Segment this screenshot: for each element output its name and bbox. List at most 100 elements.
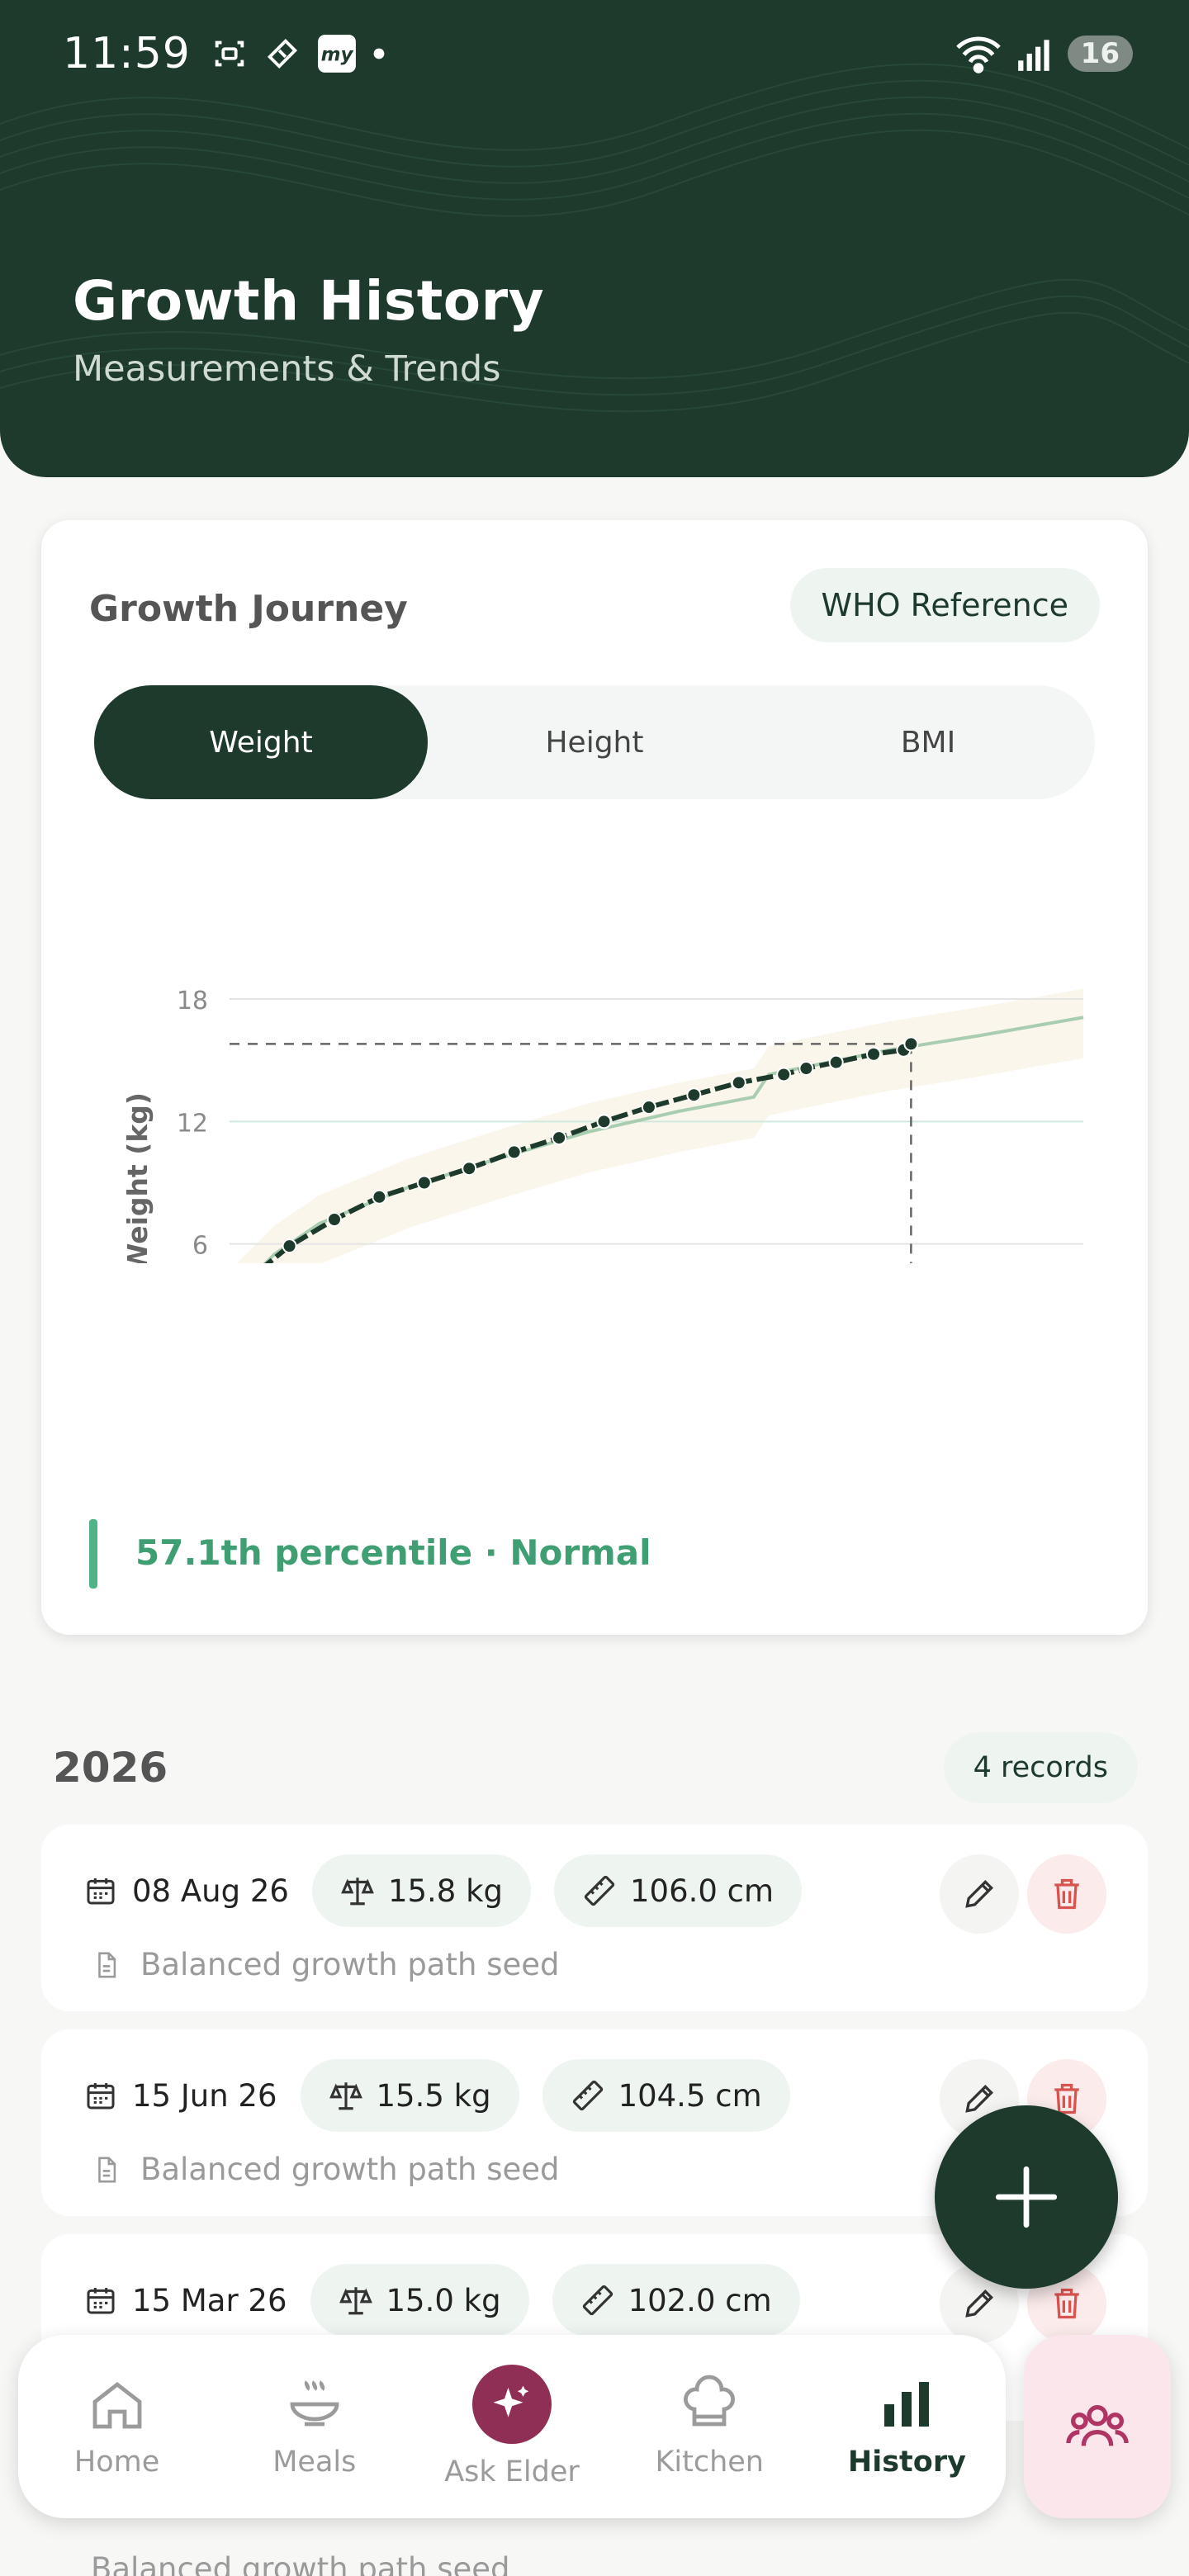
edit-record-button[interactable] [940,1854,1019,1934]
data-point [776,1067,792,1082]
height-value: 106.0 cm [630,1873,775,1909]
y-tick-label: 12 [177,1109,208,1138]
nav-label: Ask Elder [444,2455,580,2488]
record-date: 15 Jun 26 [84,2078,277,2114]
status-time: 11:59 [63,29,191,78]
nav-item-history[interactable]: History [808,2335,1006,2518]
y-tick-label: 6 [192,1232,208,1261]
nav-item-ask-elder[interactable]: Ask Elder [413,2335,610,2518]
record-date-text: 15 Jun 26 [132,2077,277,2114]
weight-chip: 15.5 kg [300,2059,519,2132]
growth-journey-card: Growth Journey WHO Reference Weight Heig… [41,520,1148,1635]
record-note-peek: Balanced growth path seed [91,2551,510,2576]
home-icon [92,2381,141,2429]
wifi-icon [955,36,1001,73]
data-point [372,1189,387,1205]
height-value: 102.0 cm [628,2282,772,2318]
page-title: Growth History [73,269,545,333]
trash-icon [1054,2288,1079,2319]
data-point [326,1212,342,1227]
growth-chart: 061218012243648Age (months)Weight (kg) [121,987,1084,1263]
calendar-icon [87,2083,115,2110]
weight-value: 15.8 kg [387,1873,503,1909]
data-point [641,1100,656,1115]
nav-label: Meals [272,2446,357,2479]
nav-item-home[interactable]: Home [18,2335,216,2518]
record-date: 15 Mar 26 [84,2283,287,2318]
weight-value: 15.5 kg [376,2077,491,2114]
ticket-icon [267,38,297,69]
record-note-text: Balanced growth path seed [140,2152,560,2187]
dot-icon [373,48,385,59]
people-icon [1066,2405,1129,2446]
status-bar: 11:59 my 16 [63,25,1133,83]
percentile-text: 57.1th percentile · Normal [135,1532,651,1573]
record-date-text: 15 Mar 26 [132,2282,287,2318]
data-point [416,1175,432,1191]
record-note-text: Balanced growth path seed [140,1947,560,1982]
chef-hat-icon [684,2375,736,2427]
calendar-icon [87,1878,115,1905]
nav-item-kitchen[interactable]: Kitchen [611,2335,808,2518]
screenshot-icon [215,40,244,67]
nav-label: History [847,2446,966,2479]
record-note: Balanced growth path seed [92,2152,560,2187]
trash-icon [1054,1878,1079,1910]
height-chip: 106.0 cm [554,1854,803,1927]
nav-label: Home [73,2446,160,2479]
ruler-icon [584,1875,615,1906]
height-chip: 102.0 cm [552,2264,800,2337]
reference-band [236,988,1083,1263]
app-badge-icon: my [317,35,356,73]
sparkle-icon [493,2385,529,2417]
tab-height[interactable]: Height [428,685,761,799]
data-point [731,1075,746,1091]
data-point [506,1144,522,1160]
header: 11:59 my 16 Growth History Measurements … [0,0,1189,477]
nav-label: Kitchen [655,2446,764,2479]
tab-bmi[interactable]: BMI [761,685,1095,799]
data-point [462,1161,477,1177]
bar-chart-icon [884,2382,930,2427]
record-card[interactable]: 08 Aug 26 15.8 kg 106.0 cm Balanced grow… [41,1825,1148,2011]
record-date-text: 08 Aug 26 [132,1873,289,1909]
family-profiles-button[interactable] [1024,2335,1171,2518]
records-year-heading: 2026 [53,1744,168,1792]
pencil-icon [965,2289,994,2318]
data-point [866,1046,882,1062]
signal-icon [1017,40,1049,71]
growth-card-title: Growth Journey [89,588,408,630]
scale-icon [329,2082,362,2110]
ruler-icon [572,2080,603,2111]
nav-item-meals[interactable]: Meals [216,2335,413,2518]
data-point [903,1036,919,1052]
record-note: Balanced growth path seed [92,1947,560,1982]
svg-text:my: my [320,44,353,65]
ask-elder-badge [472,2365,552,2444]
bowl-icon [290,2380,339,2427]
tab-weight[interactable]: Weight [94,685,428,799]
ruler-icon [582,2285,613,2316]
metric-segmented-control: Weight Height BMI [94,685,1095,799]
height-value: 104.5 cm [618,2077,762,2114]
add-record-button[interactable] [935,2105,1118,2289]
y-axis-label: Weight (kg) [121,1092,154,1263]
pencil-icon [965,1879,994,1908]
data-point [552,1130,567,1146]
data-point [828,1054,844,1070]
data-point [686,1087,702,1103]
data-point [596,1114,612,1129]
bottom-navigation: Home Meals Ask Elder Kitchen History [18,2335,1006,2518]
who-reference-badge[interactable]: WHO Reference [789,568,1100,642]
scale-icon [339,2287,372,2315]
data-point [798,1061,814,1077]
record-date: 08 Aug 26 [84,1873,289,1909]
delete-record-button[interactable] [1027,1854,1106,1934]
percentile-indicator-bar [89,1519,97,1589]
data-point [282,1238,297,1254]
weight-chip: 15.0 kg [310,2264,529,2337]
weight-value: 15.0 kg [386,2282,501,2318]
page-subtitle: Measurements & Trends [73,348,501,390]
y-tick-label: 18 [177,987,208,1016]
battery-indicator: 16 [1067,36,1133,72]
